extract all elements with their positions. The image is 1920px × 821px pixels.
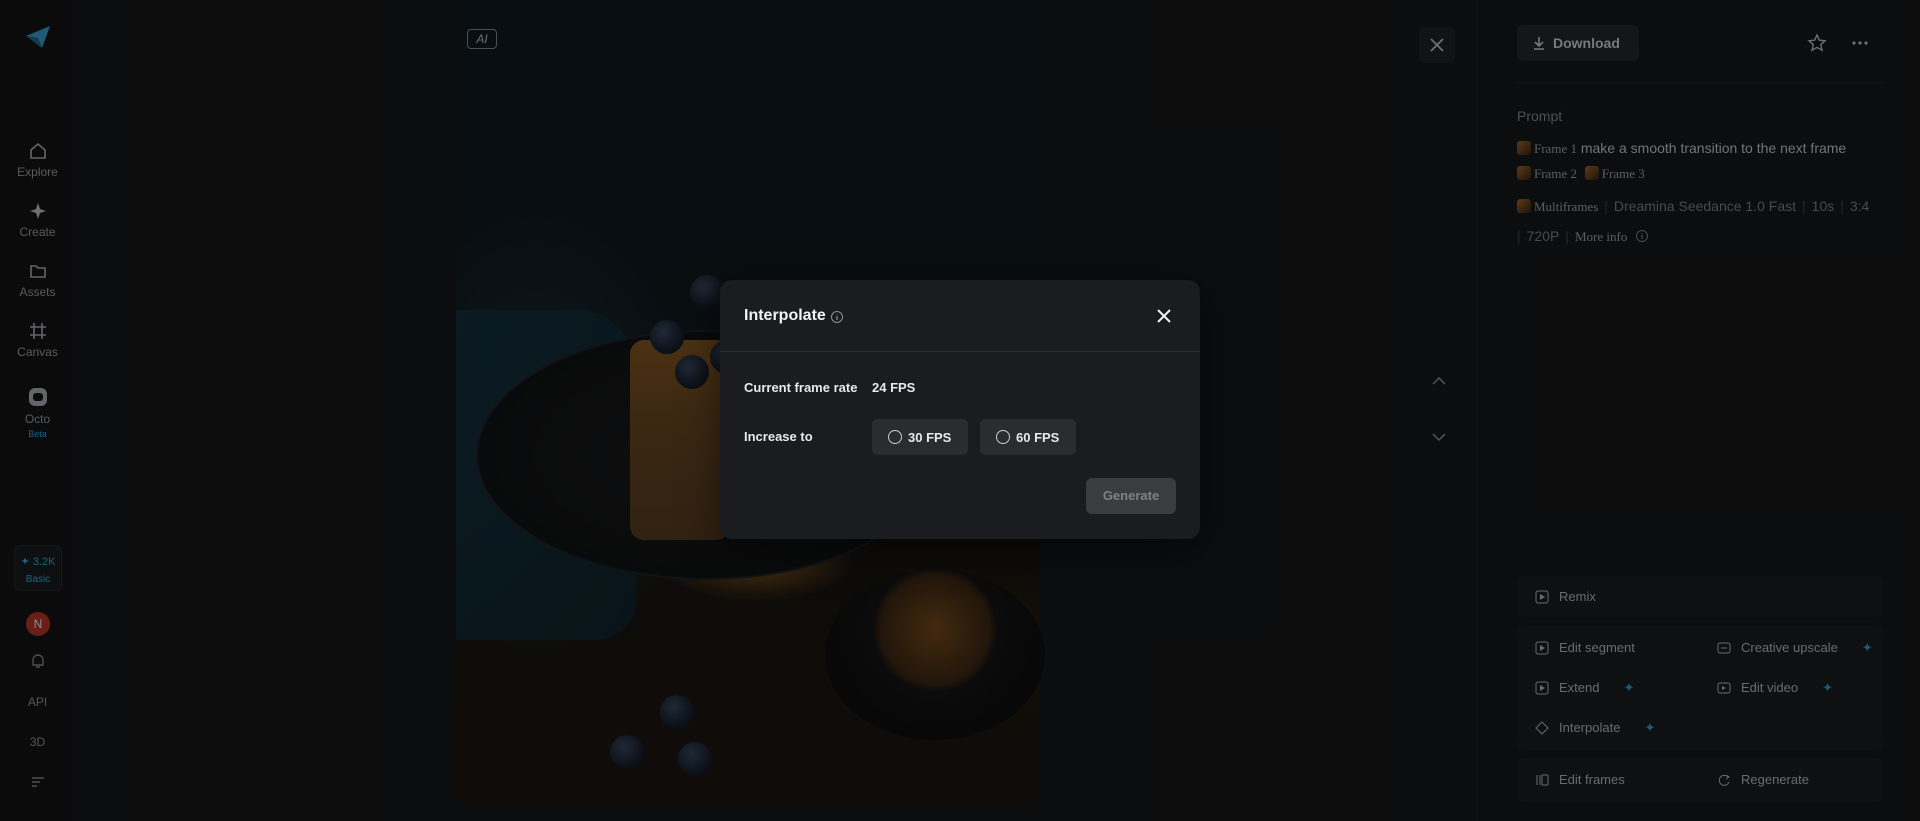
radio-button[interactable] <box>996 430 1010 444</box>
increase-to-label: Increase to <box>744 429 813 444</box>
info-icon[interactable] <box>830 310 844 324</box>
fps-option-label: 60 FPS <box>1016 430 1060 445</box>
fps-option-label: 30 FPS <box>908 430 952 445</box>
interpolate-dialog: Interpolate Current frame rate 24 FPS In… <box>720 280 1200 539</box>
fps-option-30[interactable]: 30 FPS <box>872 419 968 455</box>
fps-option-60[interactable]: 60 FPS <box>980 419 1076 455</box>
divider <box>720 351 1200 352</box>
dialog-title: Interpolate <box>744 307 826 324</box>
current-frame-rate-value: 24 FPS <box>872 380 916 395</box>
generate-button[interactable]: Generate <box>1086 478 1176 514</box>
current-frame-rate-label: Current frame rate <box>744 380 858 395</box>
radio-button[interactable] <box>888 430 902 444</box>
close-icon[interactable] <box>1154 306 1174 326</box>
